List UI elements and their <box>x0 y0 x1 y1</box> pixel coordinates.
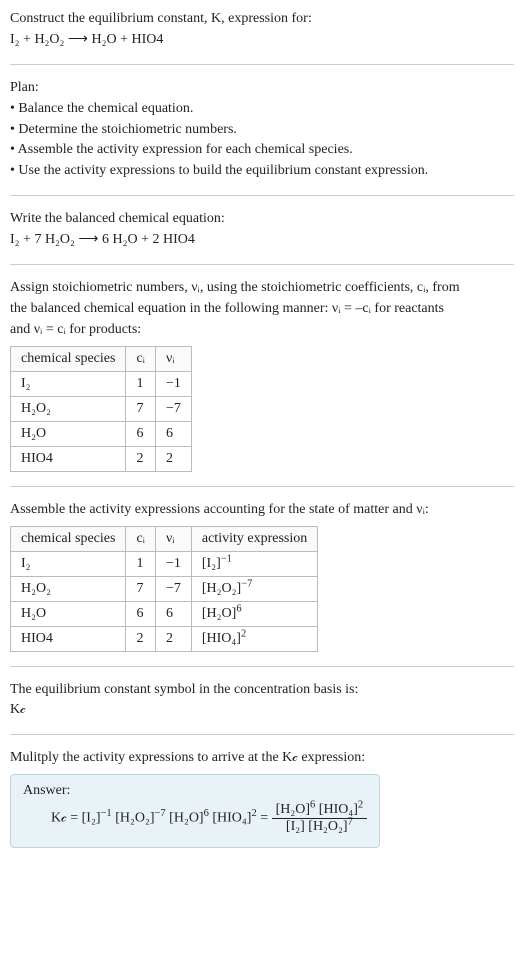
activity-exp: 2 <box>241 628 246 639</box>
answer-box: Answer: K𝒸 = [I₂]−1 [H₂O₂]−7 [H₂O]6 [HIO… <box>10 774 380 848</box>
term3-exp: 6 <box>204 808 209 819</box>
table-row: HIO4 2 2 <box>11 446 192 471</box>
table-row: H₂O 6 6 <box>11 421 192 446</box>
table-row: H₂O₂ 7 −7 [H₂O₂]−7 <box>11 576 318 601</box>
table-row: H₂O 6 6 [H₂O]6 <box>11 601 318 626</box>
plan-bullet-2: • Determine the stoichiometric numbers. <box>10 121 514 140</box>
table-row: I₂ 1 −1 [I₂]−1 <box>11 551 318 576</box>
multiply-line: Mulitply the activity expressions to arr… <box>10 749 514 768</box>
cell-ci: 2 <box>126 446 156 471</box>
cell-species: I₂ <box>11 371 126 396</box>
cell-ci: 2 <box>126 626 156 651</box>
intro-line1: Construct the equilibrium constant, K, e… <box>10 10 514 29</box>
cell-vi: 6 <box>155 601 191 626</box>
cell-ci: 7 <box>126 576 156 601</box>
term4-base: [HIO₄] <box>212 811 251 826</box>
term2-base: [H₂O₂] <box>115 811 154 826</box>
cell-species: H₂O <box>11 601 126 626</box>
activity-exp: −7 <box>241 578 252 589</box>
col-ci: cᵢ <box>126 526 156 551</box>
term1-base: [I₂] <box>82 811 101 826</box>
term3-base: [H₂O] <box>169 811 203 826</box>
col-vi: νᵢ <box>155 346 191 371</box>
num-t1-exp: 6 <box>310 800 315 811</box>
answer-expression: K𝒸 = [I₂]−1 [H₂O₂]−7 [H₂O]6 [HIO₄]2 = [H… <box>23 802 367 835</box>
table-row: H₂O₂ 7 −7 <box>11 396 192 421</box>
plan-bullet-4: • Use the activity expressions to build … <box>10 162 514 181</box>
plan-bullet-3: • Assemble the activity expression for e… <box>10 141 514 160</box>
assemble-heading: Assemble the activity expressions accoun… <box>10 501 514 520</box>
cell-vi: 6 <box>155 421 191 446</box>
table-row: I₂ 1 −1 <box>11 371 192 396</box>
col-vi: νᵢ <box>155 526 191 551</box>
activity-exp: −1 <box>221 553 232 564</box>
cell-species: H₂O <box>11 421 126 446</box>
assign-heading-line1: Assign stoichiometric numbers, νᵢ, using… <box>10 279 514 298</box>
table-header-row: chemical species cᵢ νᵢ activity expressi… <box>11 526 318 551</box>
num-t2-base: [HIO₄] <box>319 802 358 817</box>
activity-base: [H₂O] <box>202 606 236 621</box>
cell-ci: 1 <box>126 551 156 576</box>
plan-heading: Plan: <box>10 79 514 98</box>
divider <box>10 64 514 65</box>
table-header-row: chemical species cᵢ νᵢ <box>11 346 192 371</box>
answer-label: Answer: <box>23 783 367 799</box>
intro-equation: I₂ + H₂O₂ ⟶ H₂O + HIO4 <box>10 31 514 50</box>
term2-exp: −7 <box>155 808 166 819</box>
activity-base: [H₂O₂] <box>202 581 241 596</box>
table-row: HIO4 2 2 [HIO₄]2 <box>11 626 318 651</box>
divider <box>10 666 514 667</box>
cell-activity: [H₂O]6 <box>191 601 317 626</box>
activity-exp: 6 <box>236 603 241 614</box>
divider <box>10 734 514 735</box>
divider <box>10 264 514 265</box>
den-t2-base: [H₂O₂] <box>308 819 347 834</box>
col-ci: cᵢ <box>126 346 156 371</box>
cell-vi: 2 <box>155 626 191 651</box>
col-species: chemical species <box>11 526 126 551</box>
cell-species: H₂O₂ <box>11 396 126 421</box>
basis-line2: K𝒸 <box>10 701 514 720</box>
cell-species: HIO4 <box>11 626 126 651</box>
col-activity: activity expression <box>191 526 317 551</box>
term1-exp: −1 <box>101 808 112 819</box>
cell-activity: [H₂O₂]−7 <box>191 576 317 601</box>
cell-ci: 1 <box>126 371 156 396</box>
basis-line1: The equilibrium constant symbol in the c… <box>10 681 514 700</box>
num-t2-exp: 2 <box>358 800 363 811</box>
cell-vi: 2 <box>155 446 191 471</box>
cell-vi: −7 <box>155 576 191 601</box>
col-species: chemical species <box>11 346 126 371</box>
activity-table: chemical species cᵢ νᵢ activity expressi… <box>10 526 318 652</box>
cell-ci: 6 <box>126 421 156 446</box>
cell-species: I₂ <box>11 551 126 576</box>
cell-ci: 6 <box>126 601 156 626</box>
stoichiometry-table: chemical species cᵢ νᵢ I₂ 1 −1 H₂O₂ 7 −7… <box>10 346 192 472</box>
assign-heading-line2: the balanced chemical equation in the fo… <box>10 300 514 319</box>
den-t2-exp: 7 <box>348 817 353 828</box>
answer-prefix: K𝒸 = <box>51 811 82 826</box>
cell-species: H₂O₂ <box>11 576 126 601</box>
balanced-equation: I₂ + 7 H₂O₂ ⟶ 6 H₂O + 2 HIO4 <box>10 231 514 250</box>
balanced-heading: Write the balanced chemical equation: <box>10 210 514 229</box>
cell-vi: −7 <box>155 396 191 421</box>
cell-vi: −1 <box>155 371 191 396</box>
num-t1-base: [H₂O] <box>276 802 310 817</box>
fraction-denominator: [I₂] [H₂O₂]7 <box>272 819 368 835</box>
divider <box>10 195 514 196</box>
activity-base: [HIO₄] <box>202 631 241 646</box>
cell-activity: [I₂]−1 <box>191 551 317 576</box>
cell-species: HIO4 <box>11 446 126 471</box>
cell-vi: −1 <box>155 551 191 576</box>
den-t1: [I₂] <box>286 819 308 834</box>
cell-ci: 7 <box>126 396 156 421</box>
divider <box>10 486 514 487</box>
cell-activity: [HIO₄]2 <box>191 626 317 651</box>
answer-eq: = <box>257 811 272 826</box>
activity-base: [I₂] <box>202 556 221 571</box>
assign-heading-line3: and νᵢ = cᵢ for products: <box>10 321 514 340</box>
plan-bullet-1: • Balance the chemical equation. <box>10 100 514 119</box>
answer-fraction: [H₂O]6 [HIO₄]2 [I₂] [H₂O₂]7 <box>272 802 368 835</box>
